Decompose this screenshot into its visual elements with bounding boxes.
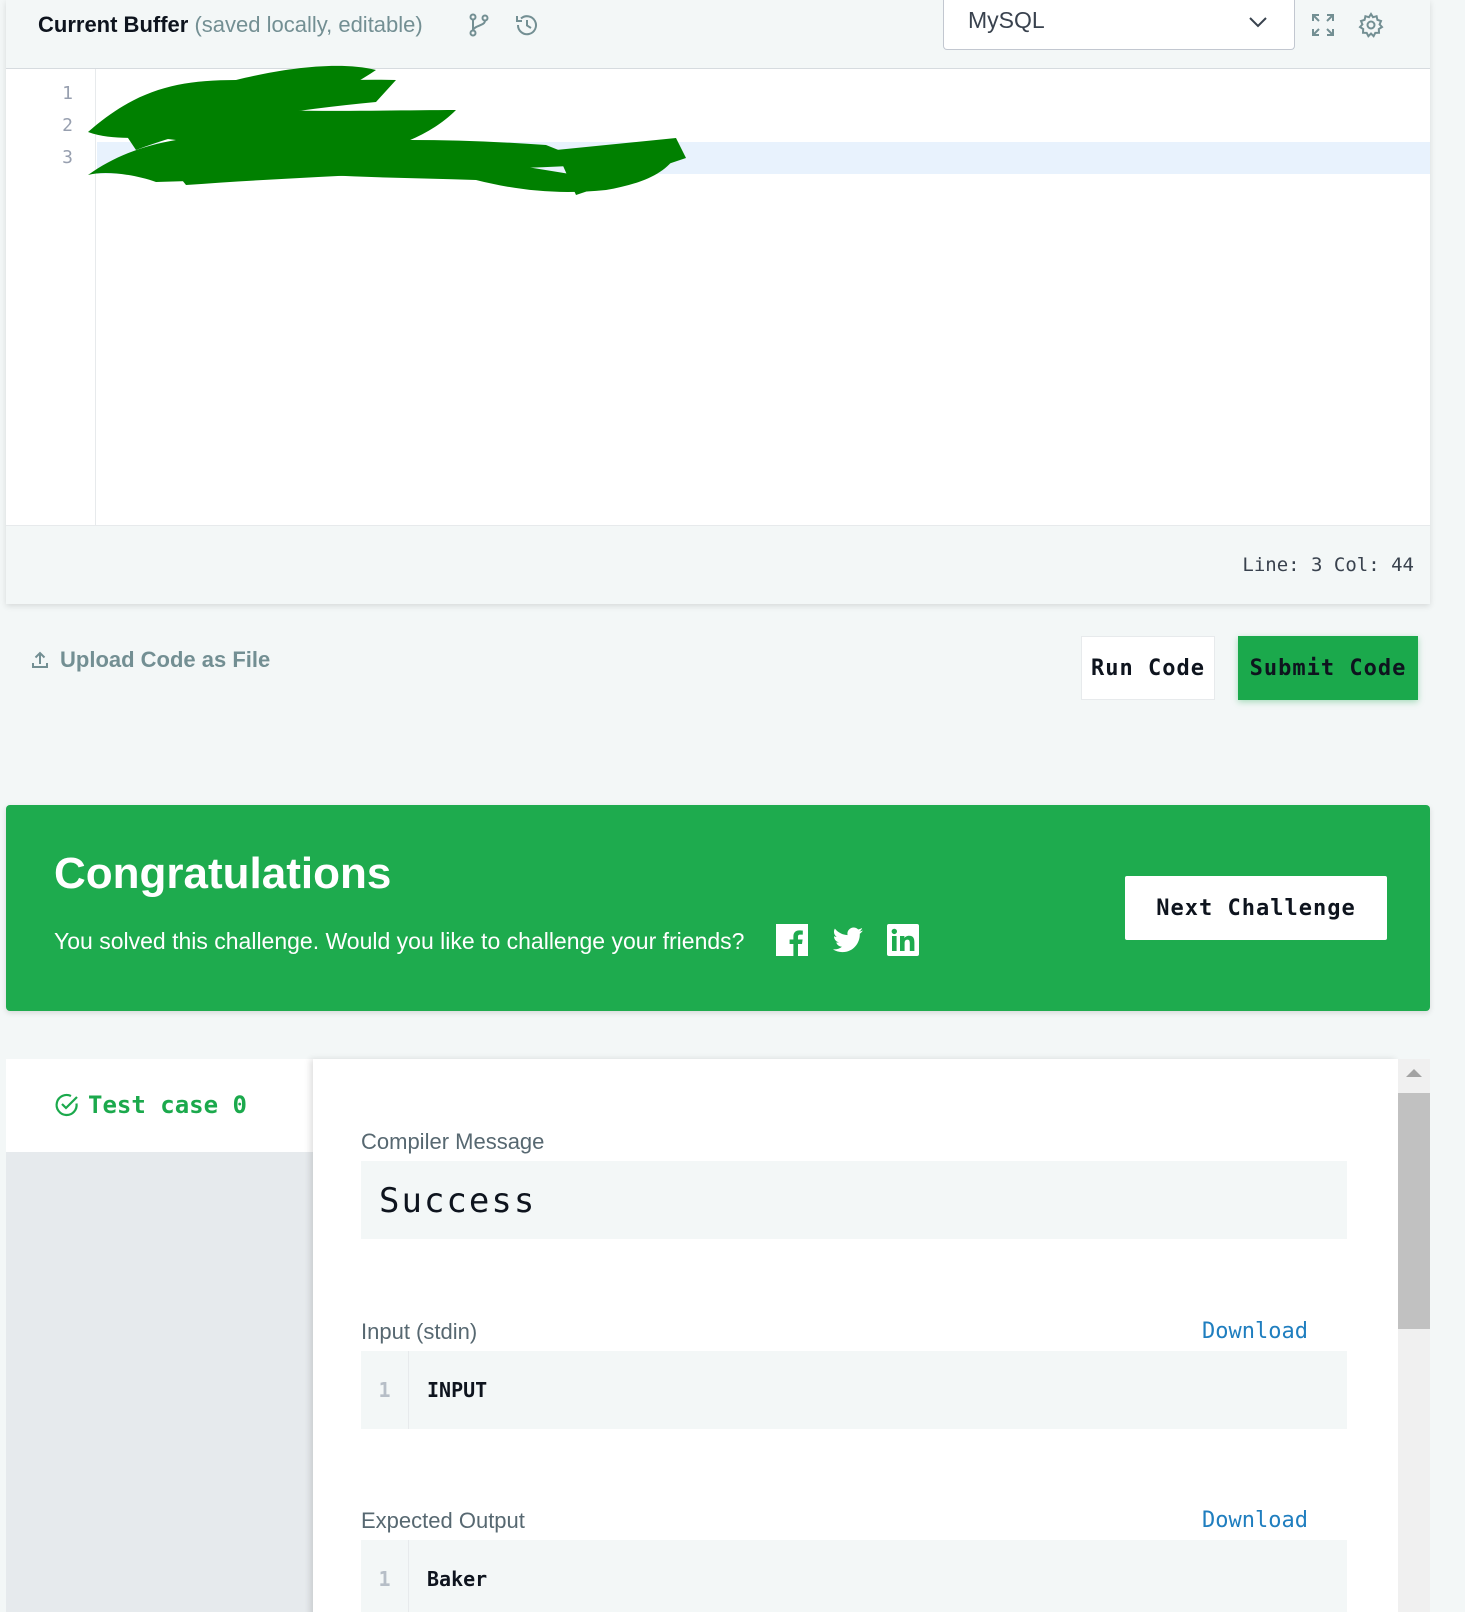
tab-test-case-0[interactable]: Test case 0: [6, 1059, 313, 1152]
git-branch-icon[interactable]: [466, 12, 492, 38]
buffer-title: Current Buffer (saved locally, editable): [38, 12, 423, 38]
language-select-value: MySQL: [968, 7, 1045, 33]
facebook-icon[interactable]: [776, 924, 808, 956]
input-box: 1 INPUT: [361, 1351, 1347, 1429]
banner-title: Congratulations: [54, 849, 392, 898]
upload-icon: [32, 651, 48, 668]
line-number: 1: [361, 1351, 409, 1429]
banner-message: You solved this challenge. Would you lik…: [54, 928, 745, 954]
check-circle-icon: [55, 1093, 78, 1117]
twitter-icon[interactable]: [832, 924, 864, 956]
editor-status-bar: Line: 3 Col: 44: [6, 525, 1430, 604]
line-number: 2: [62, 115, 73, 136]
expected-output-label: Expected Output: [361, 1508, 525, 1533]
scrollbar-thumb[interactable]: [1398, 1093, 1430, 1329]
gear-icon[interactable]: [1358, 12, 1384, 38]
expected-output-download-link[interactable]: Download: [1202, 1508, 1308, 1533]
compiler-message-label: Compiler Message: [361, 1129, 545, 1154]
language-select[interactable]: MySQL: [943, 0, 1295, 50]
next-challenge-button[interactable]: Next Challenge: [1125, 876, 1387, 940]
history-icon[interactable]: [514, 12, 540, 38]
input-value: INPUT: [427, 1378, 488, 1402]
line-number: 1: [361, 1540, 409, 1612]
test-case-name: Test case 0: [88, 1091, 247, 1119]
cursor-position: Line: 3 Col: 44: [1242, 554, 1414, 576]
redaction-scribble: [88, 65, 686, 195]
scrollbar[interactable]: [1398, 1059, 1430, 1612]
upload-code-label: Upload Code as File: [60, 647, 271, 672]
chevron-down-icon: [1249, 17, 1267, 28]
expected-output-box: 1 Baker: [361, 1540, 1347, 1612]
compiler-message-box: Success: [361, 1161, 1347, 1239]
expand-icon[interactable]: [1310, 12, 1336, 38]
line-number: 1: [62, 83, 73, 104]
test-case-panel: Test case 0 Compiler Message Success Inp…: [6, 1059, 1398, 1612]
code-editor: Current Buffer (saved locally, editable)…: [6, 0, 1430, 604]
submit-code-button[interactable]: Submit Code: [1238, 636, 1418, 700]
input-label: Input (stdin): [361, 1319, 478, 1344]
buffer-title-label: Current Buffer: [38, 12, 189, 37]
test-case-content: Compiler Message Success Input (stdin) D…: [313, 1059, 1398, 1612]
compiler-message-value: Success: [379, 1181, 537, 1221]
line-number: 3: [62, 147, 73, 168]
linkedin-icon[interactable]: [887, 924, 919, 956]
test-case-tab-label: Test case 0: [54, 1091, 247, 1119]
run-code-button[interactable]: Run Code: [1081, 636, 1215, 700]
upload-code-button[interactable]: Upload Code as File: [30, 647, 270, 673]
scroll-up-arrow-icon[interactable]: [1406, 1069, 1422, 1077]
congratulations-banner: Congratulations You solved this challeng…: [6, 805, 1430, 1011]
input-download-link[interactable]: Download: [1202, 1319, 1308, 1344]
expected-output-value: Baker: [427, 1567, 488, 1591]
buffer-subtitle: (saved locally, editable): [194, 12, 423, 37]
